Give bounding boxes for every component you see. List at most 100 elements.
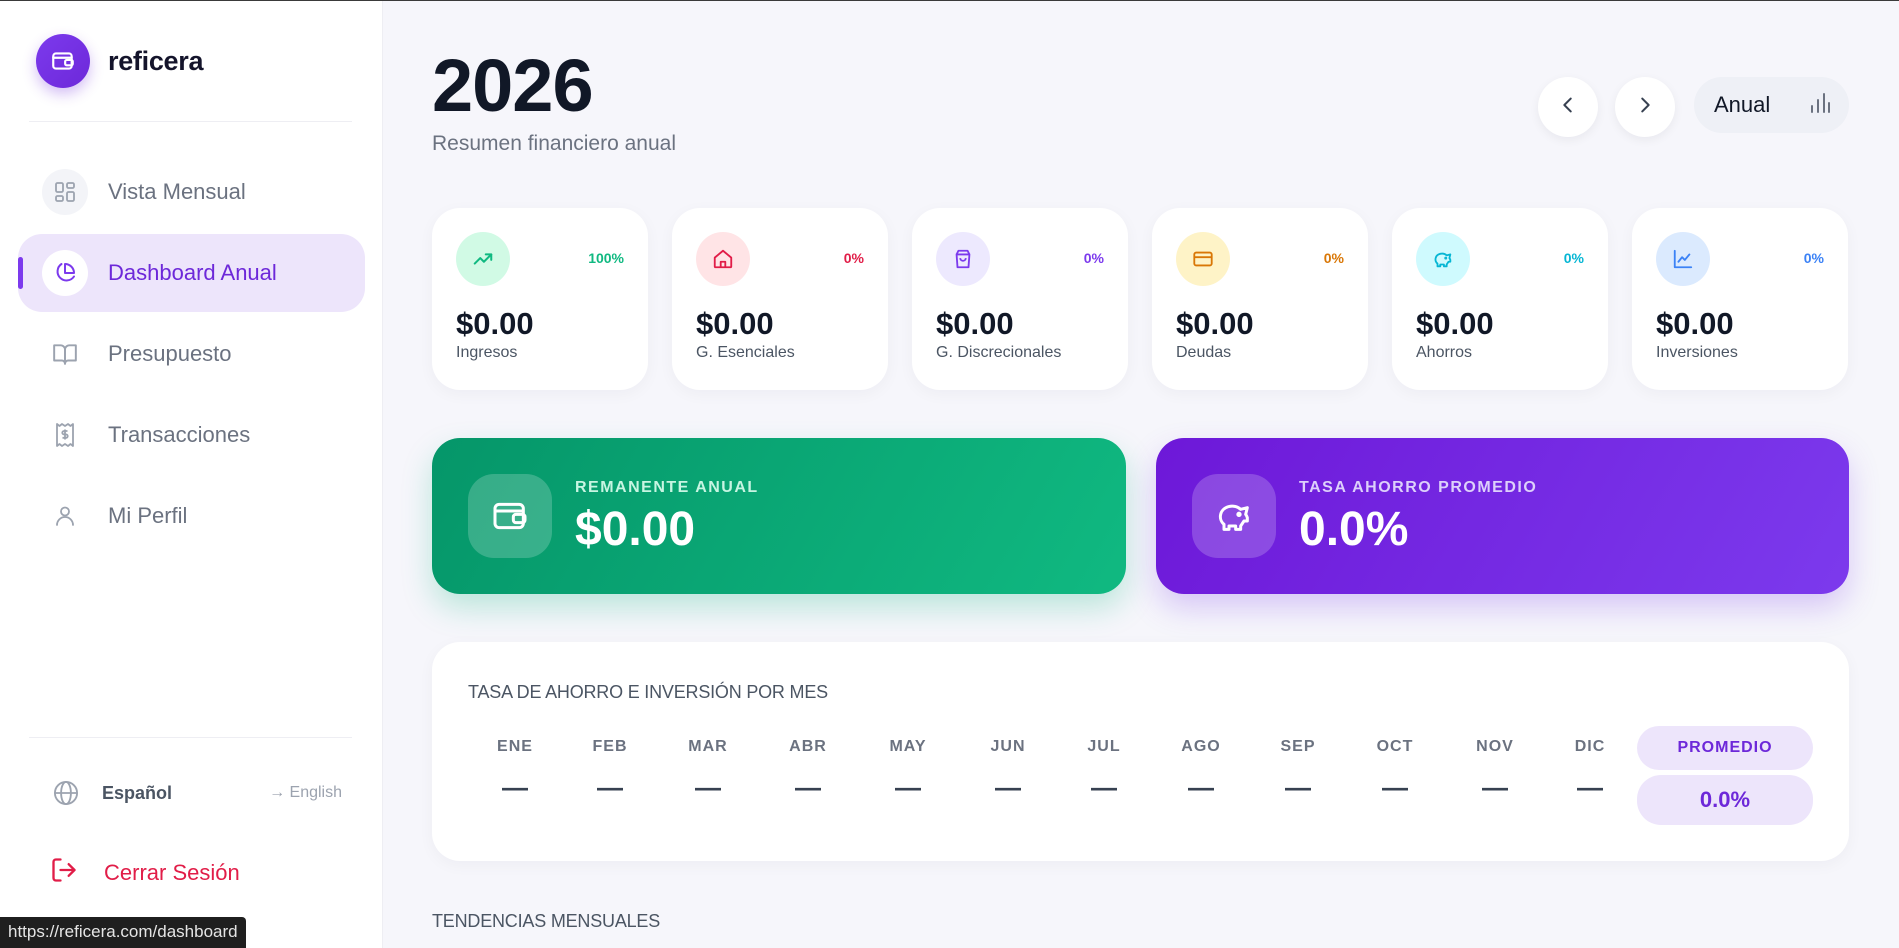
stat-value: $0.00	[1416, 306, 1494, 341]
sidebar-divider	[29, 121, 352, 122]
trends-section-title: TENDENCIAS MENSUALES	[432, 911, 661, 931]
month-label: ENE	[497, 738, 533, 755]
trending-up-icon	[456, 232, 510, 286]
stat-percent: 0%	[843, 250, 864, 266]
monthly-rate-card: TASA DE AHORRO E INVERSIÓN POR MES ENE — …	[432, 642, 1849, 861]
month-value: —	[502, 772, 528, 802]
monthly-rate-title: TASA DE AHORRO E INVERSIÓN POR MES	[468, 682, 828, 702]
month-column: MAR —	[668, 738, 748, 803]
remaining-annual-card: REMANENTE ANUAL $0.00	[432, 438, 1126, 594]
average-value: 0.0%	[1637, 775, 1813, 825]
credit-card-icon	[1176, 232, 1230, 286]
remaining-caption: REMANENTE ANUAL	[575, 479, 759, 496]
globe-icon	[52, 779, 80, 812]
month-value: —	[1091, 772, 1117, 802]
home-icon	[696, 232, 750, 286]
stat-card-inversiones: 0% $0.00 Inversiones	[1632, 208, 1848, 390]
logout-label: Cerrar Sesión	[104, 859, 240, 885]
sidebar-item-label: Vista Mensual	[108, 179, 246, 204]
user-icon	[42, 493, 88, 539]
stat-value: $0.00	[456, 306, 534, 341]
sidebar-item-presupuesto[interactable]: Presupuesto	[18, 315, 365, 393]
sidebar-item-mi-perfil[interactable]: Mi Perfil	[18, 477, 365, 555]
logout-icon	[50, 856, 78, 889]
sidebar-item-dashboard-anual[interactable]: Dashboard Anual	[18, 234, 365, 312]
previous-year-button[interactable]	[1538, 77, 1598, 137]
month-label: JUL	[1087, 738, 1121, 755]
sidebar: reficera Vista Mensual Dashboard Anual P…	[0, 0, 383, 948]
month-column: SEP —	[1258, 738, 1338, 803]
month-column: JUN —	[968, 738, 1048, 803]
language-switcher[interactable]: Español → English	[50, 776, 342, 810]
month-column: DIC —	[1550, 738, 1630, 803]
month-value: —	[1382, 772, 1408, 802]
page-subtitle: Resumen financiero anual	[432, 132, 676, 155]
savings-rate-caption: TASA AHORRO PROMEDIO	[1299, 479, 1538, 496]
switch-language-link[interactable]: → English	[269, 784, 342, 802]
stat-percent: 0%	[1563, 250, 1584, 266]
average-header: PROMEDIO	[1637, 726, 1813, 770]
stat-label: G. Discrecionales	[936, 344, 1062, 361]
stat-percent: 0%	[1323, 250, 1344, 266]
month-value: —	[895, 772, 921, 802]
brand-name: reficera	[108, 45, 204, 76]
chevron-left-icon	[1557, 94, 1579, 121]
stat-label: Ingresos	[456, 344, 518, 361]
wallet-logo-icon	[36, 34, 90, 88]
stat-value: $0.00	[1656, 306, 1734, 341]
book-icon	[42, 331, 88, 377]
sidebar-item-transacciones[interactable]: Transacciones	[18, 396, 365, 474]
month-label: ABR	[789, 738, 827, 755]
sidebar-item-vista-mensual[interactable]: Vista Mensual	[18, 153, 365, 231]
month-label: OCT	[1376, 738, 1414, 755]
month-label: SEP	[1280, 738, 1316, 755]
next-year-button[interactable]	[1615, 77, 1675, 137]
month-column: JUL —	[1064, 738, 1144, 803]
browser-status-url: https://reficera.com/dashboard	[0, 917, 246, 948]
month-value: —	[1577, 772, 1603, 802]
pie-chart-icon	[42, 250, 88, 296]
month-label: NOV	[1476, 738, 1514, 755]
stat-card-deudas: 0% $0.00 Deudas	[1152, 208, 1368, 390]
view-mode-label: Anual	[1714, 92, 1771, 117]
sidebar-item-label: Dashboard Anual	[108, 260, 277, 285]
month-column: ABR —	[768, 738, 848, 803]
stat-value: $0.00	[1176, 306, 1254, 341]
month-label: MAY	[889, 738, 927, 755]
receipt-icon	[42, 412, 88, 458]
sidebar-divider	[29, 737, 352, 738]
month-column: MAY —	[868, 738, 948, 803]
chevron-right-icon	[1634, 94, 1656, 121]
bar-chart-icon	[1809, 91, 1831, 120]
month-column: NOV —	[1455, 738, 1535, 803]
stat-label: Ahorros	[1416, 344, 1473, 361]
active-indicator	[18, 257, 23, 289]
stat-card-discrecionales: 0% $0.00 G. Discrecionales	[912, 208, 1128, 390]
brand[interactable]: reficera	[36, 34, 203, 88]
stat-label: G. Esenciales	[696, 344, 795, 361]
piggy-bank-icon	[1192, 474, 1276, 558]
remaining-value: $0.00	[575, 503, 696, 556]
grid-icon	[42, 169, 88, 215]
sidebar-item-label: Transacciones	[108, 422, 251, 447]
wallet-icon	[468, 474, 552, 558]
stat-card-esenciales: 0% $0.00 G. Esenciales	[672, 208, 888, 390]
logout-button[interactable]: Cerrar Sesión	[50, 856, 240, 889]
sidebar-item-label: Presupuesto	[108, 341, 232, 366]
stat-value: $0.00	[936, 306, 1014, 341]
month-column: FEB —	[570, 738, 650, 803]
month-column: ENE —	[475, 738, 555, 803]
stat-percent: 0%	[1803, 250, 1824, 266]
month-value: —	[995, 772, 1021, 802]
piggy-bank-icon	[1416, 232, 1470, 286]
month-label: AGO	[1181, 738, 1221, 755]
view-mode-toggle[interactable]: Anual	[1694, 77, 1849, 133]
month-value: —	[1482, 772, 1508, 802]
month-label: DIC	[1574, 738, 1606, 755]
stat-percent: 100%	[588, 250, 624, 266]
current-language: Español	[102, 782, 173, 803]
month-label: JUN	[990, 738, 1026, 755]
page-title-year: 2026	[432, 44, 594, 127]
window-top-border	[0, 0, 1899, 1]
month-value: —	[1188, 772, 1214, 802]
